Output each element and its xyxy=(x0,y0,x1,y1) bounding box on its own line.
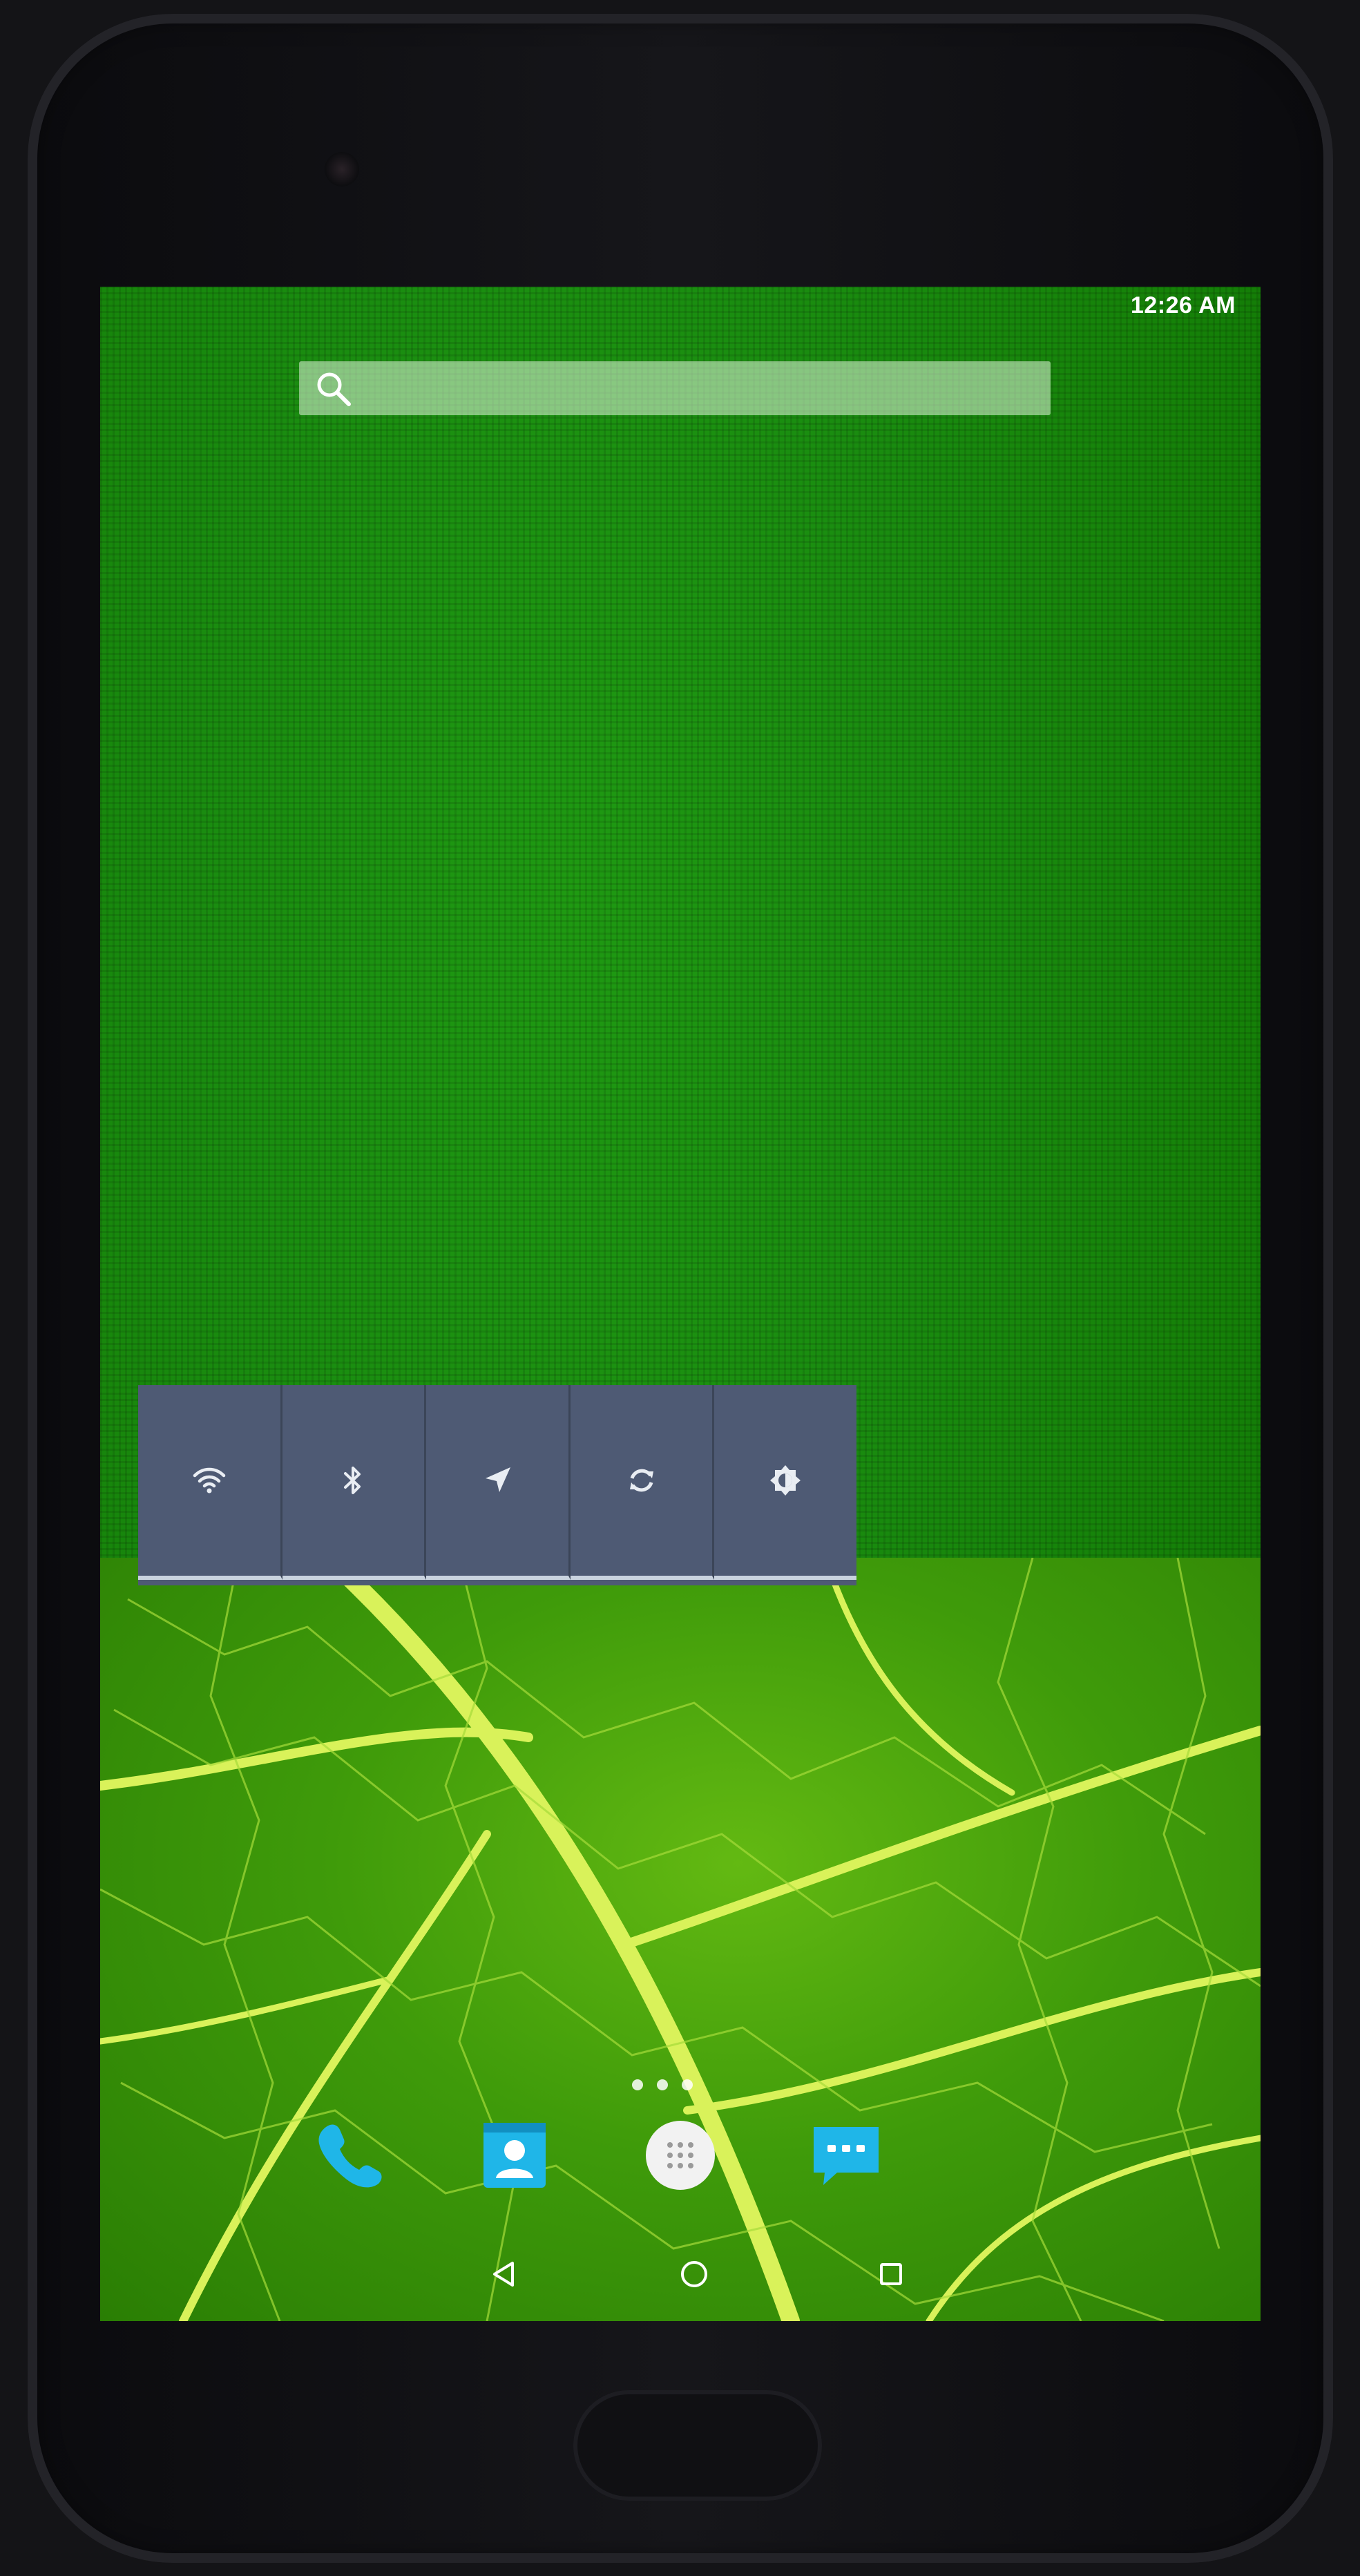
recents-button[interactable] xyxy=(867,2250,915,2298)
bluetooth-icon xyxy=(344,1467,361,1494)
clock: 12:26 AM xyxy=(1130,292,1236,318)
phone-app[interactable] xyxy=(311,2117,387,2193)
home-screen: 12:26 AM xyxy=(100,287,1261,2321)
home-icon xyxy=(681,2261,707,2287)
front-camera xyxy=(325,152,359,187)
app-drawer-icon xyxy=(646,2121,715,2190)
app-drawer-button[interactable] xyxy=(642,2117,718,2193)
phone-body: 12:26 AM xyxy=(28,14,1333,2563)
dot xyxy=(632,2079,643,2090)
home-button[interactable] xyxy=(670,2250,718,2298)
dot xyxy=(682,2079,693,2090)
bluetooth-toggle[interactable] xyxy=(282,1385,427,1580)
phone-icon xyxy=(318,2124,382,2188)
status-bar: 12:26 AM xyxy=(100,287,1261,328)
recents-icon xyxy=(880,2263,902,2285)
wifi-toggle[interactable] xyxy=(138,1385,282,1580)
brightness-toggle[interactable] xyxy=(714,1385,856,1580)
navigation-bar xyxy=(100,2235,1261,2321)
search-bar[interactable] xyxy=(299,361,1051,415)
back-button[interactable] xyxy=(480,2250,528,2298)
messaging-app[interactable] xyxy=(808,2117,884,2193)
contacts-icon xyxy=(483,2123,546,2188)
sync-toggle[interactable] xyxy=(570,1385,715,1580)
location-icon xyxy=(485,1467,510,1492)
physical-home-key[interactable] xyxy=(573,2390,822,2501)
location-toggle[interactable] xyxy=(426,1385,571,1580)
search-icon xyxy=(314,370,353,408)
leaf-wallpaper xyxy=(100,1558,1261,2321)
dot xyxy=(657,2079,668,2090)
contacts-app[interactable] xyxy=(477,2117,553,2193)
app-drawer-indicator xyxy=(632,2079,693,2090)
brightness-icon xyxy=(770,1465,801,1496)
messaging-icon xyxy=(814,2127,879,2185)
quick-settings-widget xyxy=(138,1385,856,1585)
sync-icon xyxy=(629,1469,653,1492)
back-icon xyxy=(493,2262,514,2287)
wifi-icon xyxy=(193,1467,226,1494)
